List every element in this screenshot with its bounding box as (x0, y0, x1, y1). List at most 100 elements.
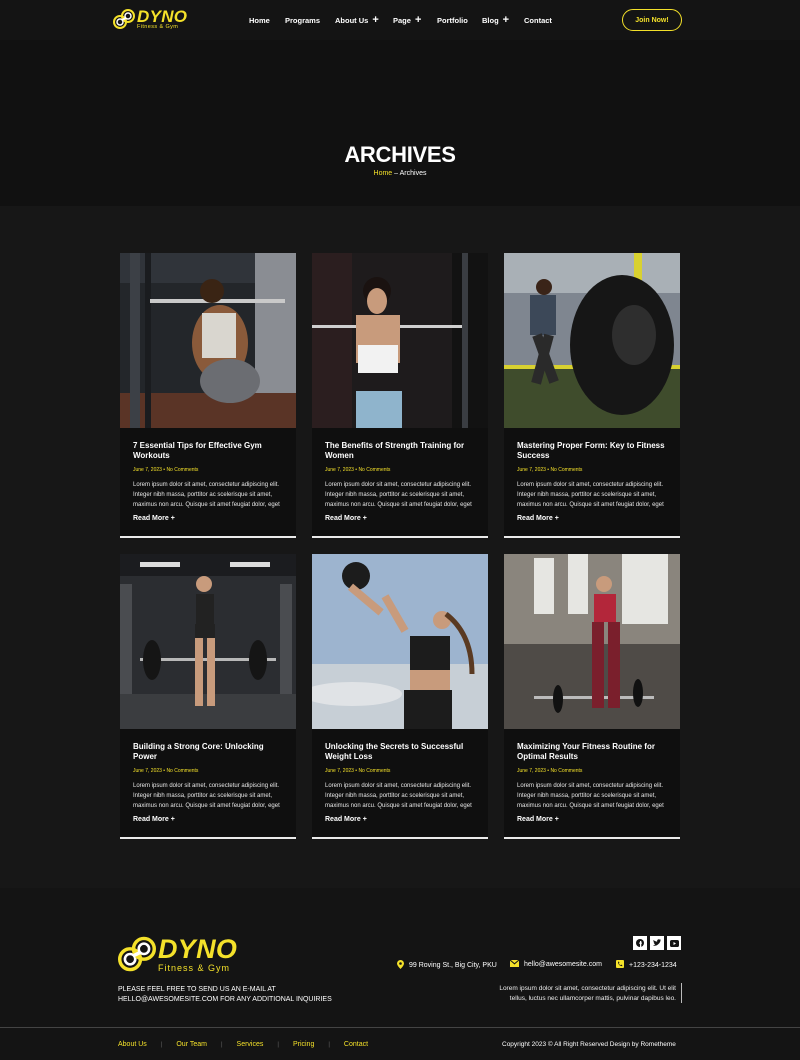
post-card: Building a Strong Core: Unlocking Power … (120, 554, 296, 839)
footer-description-divider (681, 983, 682, 1003)
post-image[interactable] (120, 554, 296, 729)
read-more-link[interactable]: Read More + (133, 515, 175, 522)
nav-item-portfolio[interactable]: Portfolio (437, 16, 468, 25)
footer-phone-text: +123-234-1234 (629, 961, 677, 969)
breadcrumb-home-link[interactable]: Home (374, 170, 393, 177)
breadcrumb-separator: – (392, 170, 400, 177)
social-links (633, 936, 681, 950)
footer-link-about-us[interactable]: About Us (118, 1041, 147, 1048)
footer-link-separator: | (160, 1041, 163, 1048)
page-title: ARCHIVES (344, 142, 456, 167)
footer-brand-tagline: Fitness & Gym (158, 962, 231, 973)
footer-brand-name: DYNO (158, 933, 238, 964)
post-card: The Benefits of Strength Training for Wo… (312, 253, 488, 538)
footer-email[interactable]: hello@awesomesite.com (509, 959, 602, 969)
footer-phone[interactable]: +123-234-1234 (616, 960, 677, 970)
dumbbell-icon (118, 935, 156, 973)
post-excerpt: Lorem ipsum dolor sit amet, consectetur … (325, 783, 472, 809)
facebook-icon[interactable] (633, 936, 647, 950)
post-excerpt: Lorem ipsum dolor sit amet, consectetur … (133, 482, 280, 508)
post-meta: June 7, 2023 • No Comments (517, 467, 583, 473)
footer-links: About Us | Our Team | Services | Pricing… (118, 1041, 368, 1048)
read-more-link[interactable]: Read More + (325, 816, 367, 823)
envelope-icon (509, 959, 520, 969)
nav-item-home[interactable]: Home (249, 16, 270, 25)
brand-name: DYNO (137, 7, 188, 26)
post-image[interactable] (120, 253, 296, 428)
post-card: Maximizing Your Fitness Routine for Opti… (504, 554, 680, 839)
nav-label: About Us (335, 16, 369, 25)
nav-label: Blog (482, 16, 499, 25)
nav-label: Page (393, 16, 411, 25)
footer-link-contact[interactable]: Contact (344, 1041, 368, 1048)
nav-label: Home (249, 16, 270, 25)
post-meta: June 7, 2023 • No Comments (133, 467, 199, 473)
post-image[interactable] (504, 253, 680, 428)
phone-icon (616, 960, 624, 970)
brand-logo[interactable]: DYNO Fitness & Gym (113, 8, 187, 31)
copyright-text: Copyright 2023 © All Right Reserved Desi… (502, 1041, 676, 1048)
post-excerpt: Lorem ipsum dolor sit amet, consectetur … (517, 482, 664, 508)
footer-link-services[interactable]: Services (237, 1041, 264, 1048)
post-image[interactable] (504, 554, 680, 729)
post-meta: June 7, 2023 • No Comments (517, 768, 583, 774)
post-title[interactable]: Mastering Proper Form: Key to Fitness Su… (517, 441, 669, 461)
post-image[interactable] (312, 253, 488, 428)
footer-description-line: tellus, luctus nec ullamcorper mattis, p… (509, 995, 676, 1002)
nav-label: Portfolio (437, 16, 468, 25)
footer-description-line: Lorem ipsum dolor sit amet, consectetur … (499, 985, 676, 992)
nav-item-blog[interactable]: Blog + (482, 14, 510, 26)
site-header: DYNO Fitness & Gym Home Programs About U… (0, 0, 800, 40)
footer-address: 99 Roving St., Big City, PKU (397, 960, 497, 971)
post-title[interactable]: Maximizing Your Fitness Routine for Opti… (517, 742, 669, 762)
read-more-link[interactable]: Read More + (517, 515, 559, 522)
footer-link-separator: | (277, 1041, 279, 1048)
post-title[interactable]: Unlocking the Secrets to Successful Weig… (325, 742, 477, 762)
plus-icon: + (414, 14, 422, 26)
breadcrumb: Home – Archives (0, 170, 800, 177)
dumbbell-icon (113, 8, 135, 30)
nav-item-programs[interactable]: Programs (285, 16, 320, 25)
nav-item-about-us[interactable]: About Us + (335, 14, 379, 26)
post-card: Unlocking the Secrets to Successful Weig… (312, 554, 488, 839)
footer-link-separator: | (328, 1041, 330, 1048)
post-card: 7 Essential Tips for Effective Gym Worko… (120, 253, 296, 538)
nav-label: Contact (524, 16, 552, 25)
nav-item-page[interactable]: Page + (393, 14, 422, 26)
footer-email-note: PLEASE FEEL FREE TO SEND US AN E-MAIL AT… (118, 985, 332, 1005)
footer-email-text: hello@awesomesite.com (524, 961, 602, 968)
youtube-icon[interactable] (667, 936, 681, 950)
footer-email-note-line: HELLO@AWESOMESITE.COM FOR ANY ADDITIONAL… (118, 996, 332, 1003)
twitter-icon[interactable] (650, 936, 664, 950)
read-more-link[interactable]: Read More + (325, 515, 367, 522)
read-more-link[interactable]: Read More + (517, 816, 559, 823)
post-excerpt: Lorem ipsum dolor sit amet, consectetur … (517, 783, 664, 809)
footer-link-pricing[interactable]: Pricing (293, 1041, 314, 1048)
join-now-button[interactable]: Join Now! (622, 9, 682, 31)
post-card: Mastering Proper Form: Key to Fitness Su… (504, 253, 680, 538)
footer-link-our-team[interactable]: Our Team (176, 1041, 207, 1048)
read-more-link[interactable]: Read More + (133, 816, 175, 823)
post-title[interactable]: Building a Strong Core: Unlocking Power (133, 742, 285, 762)
post-excerpt: Lorem ipsum dolor sit amet, consectetur … (325, 482, 472, 508)
nav-label: Programs (285, 16, 321, 25)
post-title[interactable]: The Benefits of Strength Training for Wo… (325, 441, 477, 461)
post-meta: June 7, 2023 • No Comments (325, 768, 391, 774)
page-hero: ARCHIVES Home – Archives (0, 40, 800, 206)
site-footer (0, 888, 800, 1060)
footer-description: Lorem ipsum dolor sit amet, consectetur … (470, 984, 676, 1004)
brand-tagline: Fitness & Gym (137, 24, 179, 30)
footer-email-note-line: PLEASE FEEL FREE TO SEND US AN E-MAIL AT (118, 986, 276, 993)
footer-divider (0, 1027, 800, 1028)
post-title[interactable]: 7 Essential Tips for Effective Gym Worko… (133, 441, 285, 461)
post-excerpt: Lorem ipsum dolor sit amet, consectetur … (133, 783, 280, 809)
footer-brand-logo[interactable]: DYNO Fitness & Gym (118, 935, 237, 973)
plus-icon: + (502, 14, 510, 26)
location-pin-icon (397, 960, 404, 971)
post-meta: June 7, 2023 • No Comments (325, 467, 391, 473)
plus-icon: + (372, 14, 379, 26)
footer-link-separator: | (220, 1041, 223, 1048)
post-image[interactable] (312, 554, 488, 729)
nav-item-contact[interactable]: Contact (524, 16, 552, 25)
breadcrumb-current: Archives (399, 170, 427, 177)
